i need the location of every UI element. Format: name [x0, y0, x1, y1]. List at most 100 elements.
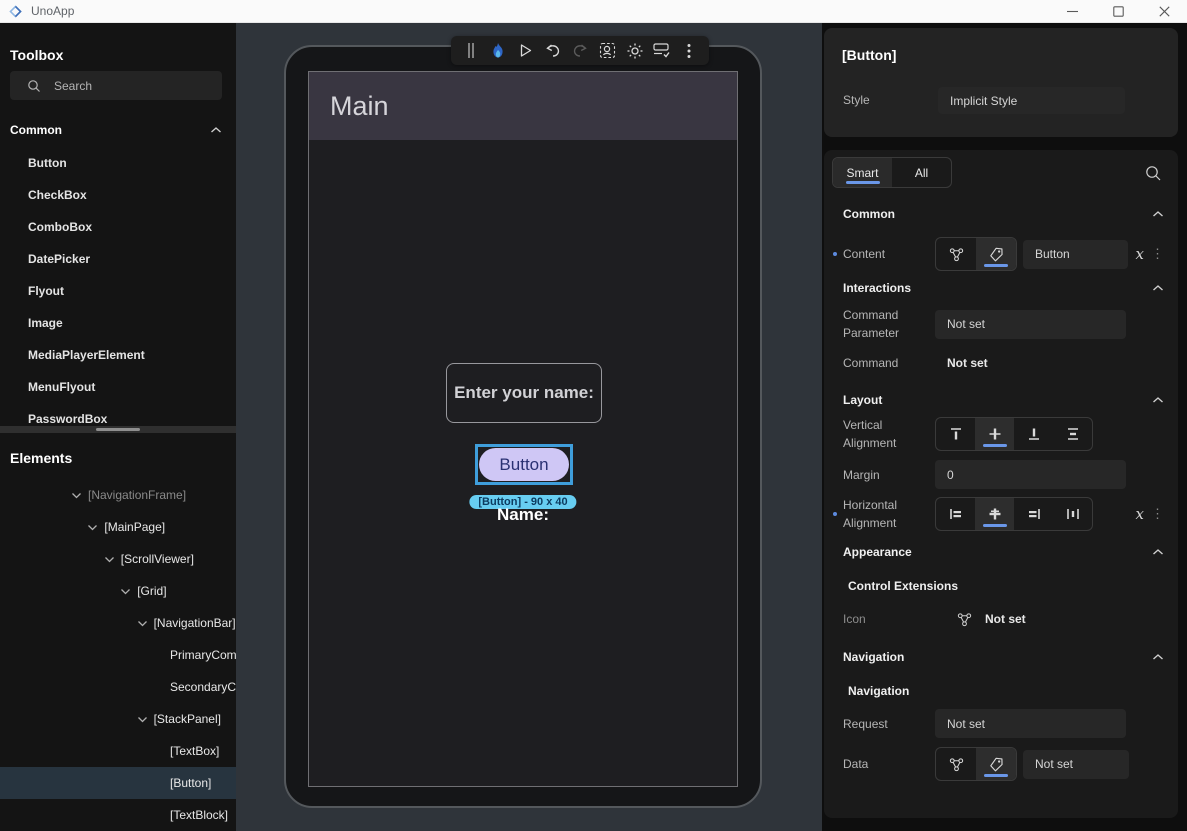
tab-smart[interactable]: Smart — [833, 158, 892, 187]
tag-mode-button[interactable] — [976, 748, 1016, 780]
form-check-icon[interactable] — [652, 40, 672, 62]
selection-outline[interactable]: Button — [475, 444, 573, 485]
splitter-grip[interactable] — [96, 428, 140, 431]
kebab-menu-icon[interactable] — [679, 40, 699, 62]
selected-underline — [982, 444, 1007, 447]
toolbox-item-checkbox[interactable]: CheckBox — [0, 179, 236, 211]
maximize-button[interactable] — [1095, 0, 1141, 22]
tree-node-textblock[interactable]: [TextBlock] — [0, 799, 236, 831]
vertical-align-bottom-button[interactable] — [1014, 418, 1053, 450]
binding-mode-button[interactable] — [936, 238, 976, 270]
chevron-down-icon[interactable] — [104, 556, 121, 563]
tree-node-label: [TextBox] — [170, 744, 220, 758]
binding-icon[interactable] — [956, 611, 973, 628]
margin-input[interactable]: 0 — [935, 460, 1126, 489]
element-picker-icon[interactable] — [597, 40, 617, 62]
canvas-textblock[interactable]: Name: — [309, 505, 737, 525]
vertical-alignment-label: Vertical Alignment — [843, 418, 897, 450]
command-value[interactable]: Not set — [947, 356, 988, 370]
tree-node-label: [Button] — [170, 776, 212, 790]
properties-card: Smart All Common Content Button x ⋮ Inte… — [824, 150, 1178, 818]
tree-node-navigationframe[interactable]: [NavigationFrame] — [0, 479, 236, 511]
data-row: Data Not set — [843, 747, 1164, 781]
kebab-menu-icon[interactable]: ⋮ — [1151, 246, 1164, 262]
tree-node-label: [StackPanel] — [153, 712, 221, 726]
section-navigation[interactable]: Navigation — [843, 649, 1164, 665]
tag-mode-button[interactable] — [976, 238, 1016, 270]
toolbox-item-menuflyout[interactable]: MenuFlyout — [0, 371, 236, 403]
chevron-down-icon[interactable] — [120, 588, 137, 595]
request-input[interactable]: Not set — [935, 709, 1126, 738]
canvas-button[interactable]: Button — [479, 448, 569, 481]
command-row: Command Not set — [843, 355, 1164, 371]
vertical-align-stretch-button[interactable] — [1053, 418, 1092, 450]
vertical-align-top-button[interactable] — [936, 418, 975, 450]
tree-node-grid[interactable]: [Grid] — [0, 575, 236, 607]
drag-handle-icon[interactable] — [461, 40, 481, 62]
markup-extension-icon[interactable]: x — [1136, 505, 1144, 523]
horizontal-align-left-button[interactable] — [936, 498, 975, 530]
horizontal-align-right-button[interactable] — [1014, 498, 1053, 530]
section-interactions[interactable]: Interactions — [843, 280, 1164, 296]
markup-extension-icon[interactable]: x — [1136, 245, 1144, 263]
close-button[interactable] — [1141, 0, 1187, 22]
style-input[interactable]: Implicit Style — [938, 87, 1125, 114]
toolbox-search-input[interactable]: Search — [10, 71, 222, 100]
horizontal-align-center-button[interactable] — [975, 498, 1014, 530]
binding-mode-button[interactable] — [936, 748, 976, 780]
tree-node-secondarycommands[interactable]: SecondaryCommands — [0, 671, 236, 703]
align-top-icon — [948, 426, 964, 442]
toolbox-item-button[interactable]: Button — [0, 147, 236, 179]
chevron-down-icon[interactable] — [71, 492, 88, 499]
toolbox-item-datepicker[interactable]: DatePicker — [0, 243, 236, 275]
icon-value[interactable]: Not set — [985, 612, 1026, 626]
toolbox-item-flyout[interactable]: Flyout — [0, 275, 236, 307]
uno-logo-icon — [8, 4, 23, 19]
command-parameter-input[interactable]: Not set — [935, 309, 1126, 339]
horizontal-align-stretch-button[interactable] — [1053, 498, 1092, 530]
tree-node-scrollviewer[interactable]: [ScrollViewer] — [0, 543, 236, 575]
tree-node-mainpage[interactable]: [MainPage] — [0, 511, 236, 543]
horizontal-alignment-label: Horizontal Alignment — [843, 498, 898, 530]
toolbox-title: Toolbox — [10, 47, 64, 63]
section-appearance[interactable]: Appearance — [843, 544, 1164, 560]
section-common[interactable]: Common — [843, 206, 1164, 222]
hot-design-flame-icon[interactable] — [488, 40, 508, 62]
toolbox-item-combobox[interactable]: ComboBox — [0, 211, 236, 243]
tree-node-primarycommands[interactable]: PrimaryCommands — [0, 639, 236, 671]
canvas-textbox[interactable]: Enter your name: — [446, 363, 602, 423]
undo-icon[interactable] — [543, 40, 563, 62]
data-input[interactable]: Not set — [1023, 749, 1129, 779]
selected-element-title: [Button] — [842, 47, 897, 63]
redo-icon[interactable] — [570, 40, 590, 62]
tree-node-navigationbar[interactable]: [NavigationBar] — [0, 607, 236, 639]
toolbox-item-mediaplayerelement[interactable]: MediaPlayerElement — [0, 339, 236, 371]
kebab-menu-icon[interactable]: ⋮ — [1151, 506, 1164, 522]
chevron-down-icon[interactable] — [137, 716, 154, 723]
chevron-up-icon — [1152, 396, 1164, 404]
tree-node-textbox[interactable]: [TextBox] — [0, 735, 236, 767]
play-icon[interactable] — [516, 40, 536, 62]
data-label: Data — [843, 757, 869, 771]
vertical-align-center-button[interactable] — [975, 418, 1014, 450]
content-input[interactable]: Button — [1023, 239, 1128, 269]
section-layout[interactable]: Layout — [843, 392, 1164, 408]
minimize-button[interactable] — [1049, 0, 1095, 22]
tab-all[interactable]: All — [892, 158, 951, 187]
chevron-down-icon[interactable] — [137, 620, 154, 627]
content-label: Content — [843, 247, 886, 261]
align-vcenter-icon — [987, 426, 1003, 442]
content-label-col: Content — [833, 245, 935, 263]
selected-element-card: [Button] Style Implicit Style — [824, 28, 1178, 137]
panel-splitter[interactable] — [0, 426, 236, 433]
content-row: Content Button x ⋮ — [833, 237, 1164, 271]
properties-search-icon[interactable] — [1145, 165, 1162, 182]
tree-node-stackpanel[interactable]: [StackPanel] — [0, 703, 236, 735]
toolbox-section-common[interactable]: Common — [10, 123, 222, 137]
style-label: Style — [843, 93, 870, 107]
chevron-down-icon[interactable] — [87, 524, 104, 531]
tree-node-button[interactable]: [Button] — [0, 767, 236, 799]
toolbox-item-image[interactable]: Image — [0, 307, 236, 339]
selected-underline — [984, 774, 1008, 777]
theme-icon[interactable] — [625, 40, 645, 62]
